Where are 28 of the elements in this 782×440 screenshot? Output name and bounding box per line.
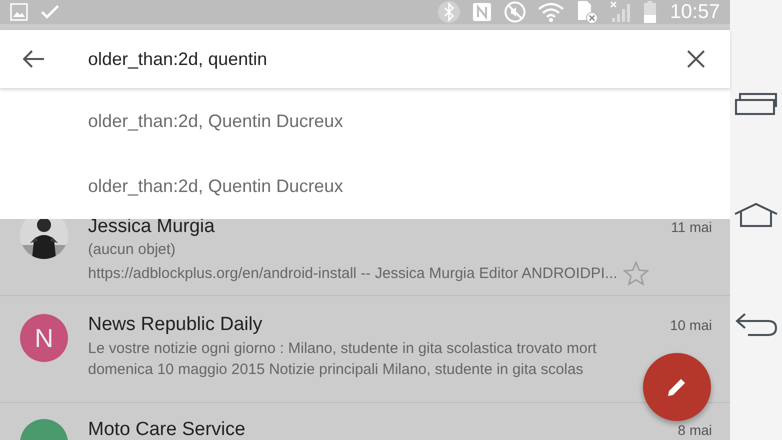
check-icon: [40, 4, 60, 20]
back-icon: [734, 311, 778, 337]
sender-name: News Republic Daily: [88, 314, 262, 336]
message-date: 8 mai: [678, 422, 712, 438]
message-preview: https://adblockplus.org/en/android-install -- Jessica Murgia Editor ANDROIDPI...: [88, 265, 618, 282]
sender-name: Jessica Murgia: [88, 216, 215, 238]
home-icon: [733, 202, 779, 228]
mute-icon: [504, 1, 526, 23]
signal-icon: [610, 1, 632, 23]
back-arrow-icon: [23, 50, 45, 68]
message-preview: domenica 10 maggio 2015 Notizie principali Milano, studente in gita scolas: [88, 361, 584, 378]
star-icon[interactable]: [623, 261, 650, 286]
compose-button[interactable]: [643, 353, 711, 421]
search-suggestion[interactable]: older_than:2d, Quentin Ducreux: [0, 89, 730, 154]
message-date: 10 mai: [670, 317, 712, 333]
close-icon: [687, 50, 705, 68]
battery-icon: [644, 1, 656, 23]
image-icon: [10, 3, 28, 21]
message-preview: (aucun objet): [88, 241, 177, 258]
search-field[interactable]: older_than:2d, quentin: [68, 48, 662, 70]
sender-name: Moto Care Service: [88, 419, 246, 440]
search-suggestion[interactable]: older_than:2d, Quentin Ducreux: [0, 154, 730, 219]
avatar: N: [20, 314, 68, 362]
recent-apps-icon: [734, 92, 778, 116]
message-date: 11 mai: [671, 219, 712, 235]
wifi-icon: [538, 2, 564, 22]
clock-time: 10:57: [670, 0, 720, 24]
message-preview: Le vostre notizie ogni giorno : Milano, studente in gita scolastica trovato mort: [88, 340, 598, 357]
